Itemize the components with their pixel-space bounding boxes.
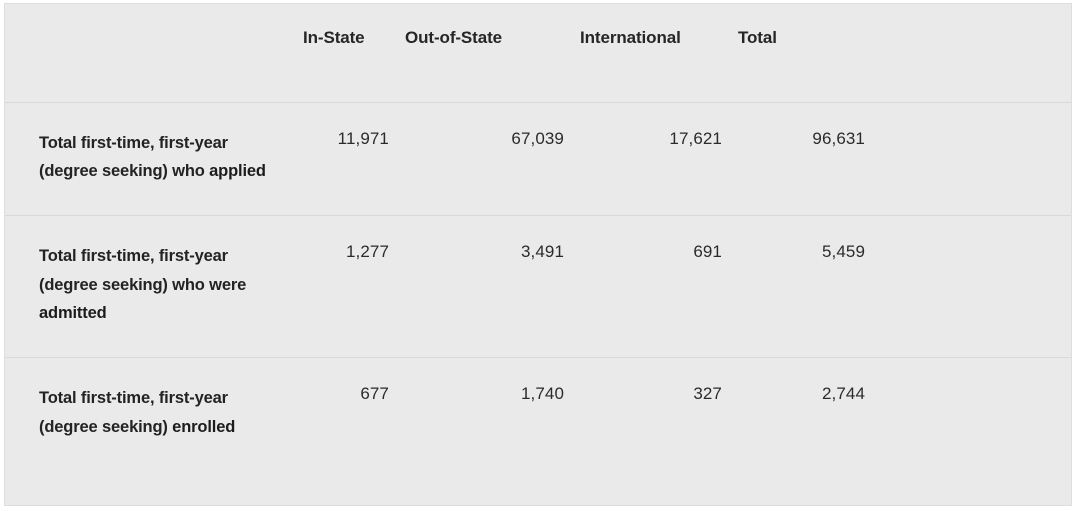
table-row: Total first-time, first-year (degree see… — [5, 101, 1071, 216]
row-label-text: Total first-time, first-year (degree see… — [39, 247, 247, 294]
table-row: Total first-time, first-year (degree see… — [5, 357, 1071, 476]
column-header-spacer — [873, 4, 1071, 102]
cell-enrolled-in-state: 677 — [295, 357, 397, 476]
cell-applied-international: 17,621 — [572, 101, 730, 216]
cell-enrolled-international: 327 — [572, 357, 730, 476]
cell-applied-in-state: 11,971 — [295, 101, 397, 216]
cell-admitted-total: 5,459 — [730, 215, 873, 358]
column-header-total: Total — [730, 4, 873, 102]
column-header-label — [5, 4, 295, 102]
table-body: Total first-time, first-year (degree see… — [5, 101, 1071, 476]
table-header-row: In-State Out-of-State International Tota… — [5, 4, 1071, 102]
cell-enrolled-total: 2,744 — [730, 357, 873, 476]
column-header-in-state: In-State — [295, 4, 397, 102]
enrollment-table-container: In-State Out-of-State International Tota… — [4, 3, 1072, 506]
cell-admitted-spacer — [873, 215, 1071, 358]
cell-applied-spacer — [873, 101, 1071, 216]
row-label-emphasis: enrolled — [172, 417, 236, 436]
row-label-admitted: Total first-time, first-year (degree see… — [5, 215, 295, 358]
cell-enrolled-spacer — [873, 357, 1071, 476]
table-row: Total first-time, first-year (degree see… — [5, 215, 1071, 358]
cell-enrolled-out-of-state: 1,740 — [397, 357, 572, 476]
cell-admitted-out-of-state: 3,491 — [397, 215, 572, 358]
cell-admitted-international: 691 — [572, 215, 730, 358]
row-label-enrolled: Total first-time, first-year (degree see… — [5, 357, 295, 476]
row-label-applied: Total first-time, first-year (degree see… — [5, 101, 295, 216]
cell-admitted-in-state: 1,277 — [295, 215, 397, 358]
column-header-international: International — [572, 4, 730, 102]
table-header: In-State Out-of-State International Tota… — [5, 4, 1071, 102]
row-label-text: Total first-time, first-year (degree see… — [39, 133, 228, 180]
cell-applied-out-of-state: 67,039 — [397, 101, 572, 216]
cell-applied-total: 96,631 — [730, 101, 873, 216]
row-label-emphasis: admitted — [39, 304, 107, 322]
row-label-emphasis: applied — [209, 161, 266, 180]
admissions-enrollment-table: In-State Out-of-State International Tota… — [5, 4, 1071, 476]
column-header-out-of-state: Out-of-State — [397, 4, 572, 102]
